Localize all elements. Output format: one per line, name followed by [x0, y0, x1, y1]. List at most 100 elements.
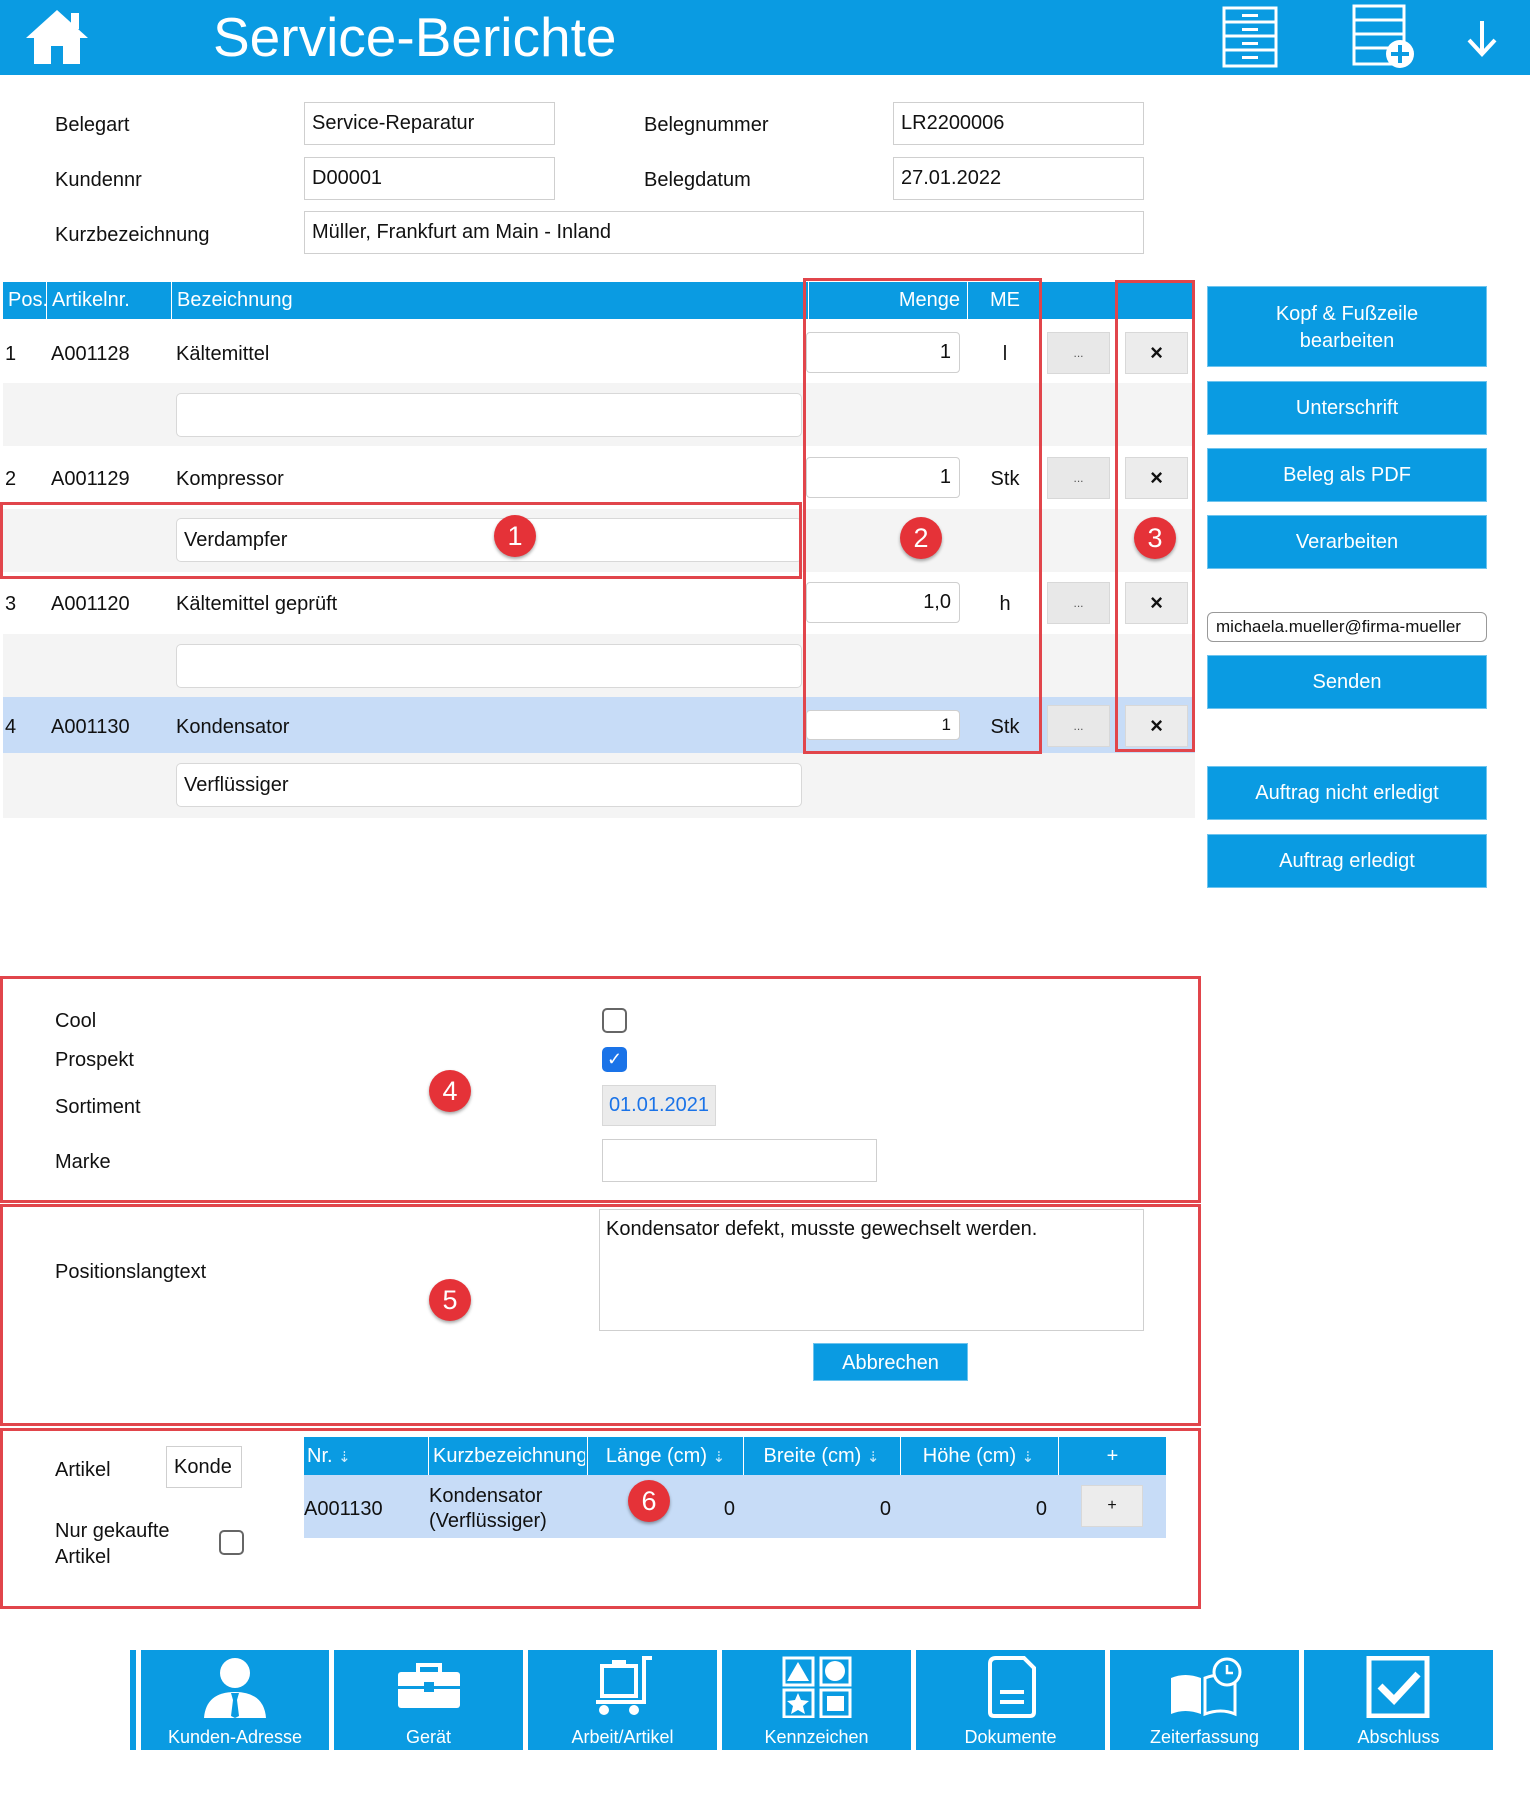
annotation-box: [803, 278, 1042, 754]
row-artikelnr: A001128: [51, 343, 130, 365]
col-hoehe[interactable]: Höhe (cm) ⇣: [901, 1437, 1056, 1475]
cart-icon: [528, 1656, 717, 1723]
nav-abschluss[interactable]: Abschluss: [1304, 1650, 1493, 1750]
nav-zeiterfassung[interactable]: Zeiterfassung: [1110, 1650, 1299, 1750]
belegart-field[interactable]: Service-Reparatur: [304, 102, 555, 145]
col-add[interactable]: +: [1059, 1437, 1166, 1475]
more-button[interactable]: ...: [1047, 582, 1110, 624]
nav-geraet[interactable]: Gerät: [334, 1650, 523, 1750]
auftrag-erledigt-button[interactable]: Auftrag erledigt: [1207, 834, 1487, 888]
positionslangtext-textarea[interactable]: Kondensator defekt, musste gewechselt we…: [599, 1209, 1144, 1331]
annotation-badge: 1: [494, 515, 536, 557]
add-artikel-button[interactable]: +: [1081, 1485, 1143, 1527]
prospekt-checkbox[interactable]: ✓: [602, 1047, 627, 1072]
col-bezeichnung: Bezeichnung: [177, 289, 293, 311]
annotation-badge: 6: [628, 1480, 670, 1522]
nur-gekauft-checkbox[interactable]: [219, 1530, 244, 1555]
nav-label: Zeiterfassung: [1149, 1727, 1260, 1747]
email-input[interactable]: michaela.mueller@firma-mueller: [1207, 612, 1487, 642]
col-divider: [428, 1437, 429, 1475]
col-nr[interactable]: Nr. ⇣: [307, 1437, 351, 1475]
verarbeiten-button[interactable]: Verarbeiten: [1207, 515, 1487, 569]
arrow-down-icon[interactable]: [1462, 18, 1502, 58]
nav-label: Gerät: [405, 1727, 452, 1747]
row-subtext-input[interactable]: [176, 644, 802, 688]
artikel-row-nr: A001130: [304, 1498, 383, 1520]
nav-label: Dokumente: [964, 1727, 1057, 1747]
auftrag-nicht-erledigt-button[interactable]: Auftrag nicht erledigt: [1207, 766, 1487, 820]
belegdatum-field[interactable]: 27.01.2022: [893, 157, 1144, 200]
annotation-box: [0, 976, 1201, 1203]
belegnummer-label: Belegnummer: [644, 114, 769, 136]
list-icon[interactable]: [1222, 6, 1278, 68]
row-artikelnr: A001130: [51, 716, 130, 738]
row-subtext-input[interactable]: Verflüssiger: [176, 763, 802, 807]
artikel-row-hoehe: 0: [1035, 1498, 1047, 1520]
artikel-row-breite: 0: [879, 1498, 891, 1520]
row-bezeichnung[interactable]: Kältemittel geprüft: [176, 592, 337, 616]
row-subtext-input[interactable]: [176, 393, 802, 437]
sort-icon: ⇣: [712, 1449, 726, 1466]
col-divider: [46, 282, 47, 319]
kopf-fusszeile-label: bearbeiten: [1299, 330, 1395, 352]
home-icon[interactable]: [22, 6, 92, 66]
more-button[interactable]: ...: [1047, 705, 1110, 747]
kundennr-field[interactable]: D00001: [304, 157, 555, 200]
toolbox-icon: [334, 1656, 523, 1723]
belegdatum-label: Belegdatum: [644, 169, 751, 191]
nav-label: Kunden-Adresse: [167, 1727, 303, 1747]
col-kurzbezeichnung[interactable]: Kurzbezeichnung: [433, 1437, 585, 1475]
document-icon: [916, 1656, 1105, 1723]
nav-label: Kennzeichen: [764, 1727, 869, 1747]
shapes-icon: [722, 1656, 911, 1723]
artikel-search-input[interactable]: Konde: [166, 1446, 242, 1488]
annotation-badge: 4: [429, 1070, 471, 1112]
unterschrift-button[interactable]: Unterschrift: [1207, 381, 1487, 435]
row-bezeichnung[interactable]: Kompressor: [176, 467, 284, 491]
senden-button[interactable]: Senden: [1207, 655, 1487, 709]
nur-gekauft-label: Artikel: [55, 1546, 111, 1568]
nav-arbeit-artikel[interactable]: Arbeit/Artikel: [528, 1650, 717, 1750]
row-artikelnr: A001129: [51, 468, 130, 490]
book-clock-icon: [1110, 1656, 1299, 1723]
row-pos: 1: [5, 343, 17, 365]
col-pos: Pos.: [8, 289, 49, 311]
nav-dokumente[interactable]: Dokumente: [916, 1650, 1105, 1750]
page-title: Service-Berichte: [213, 6, 617, 68]
person-icon: [141, 1656, 329, 1723]
row-pos: 3: [5, 593, 17, 615]
beleg-pdf-button[interactable]: Beleg als PDF: [1207, 448, 1487, 502]
sort-icon: ⇣: [866, 1449, 880, 1466]
list-add-icon[interactable]: [1352, 4, 1418, 70]
row-bezeichnung[interactable]: Kondensator: [176, 715, 289, 739]
kundennr-label: Kundennr: [55, 169, 142, 191]
nav-kunden-adresse[interactable]: Kunden-Adresse: [141, 1650, 329, 1750]
nav-label: Abschluss: [1357, 1727, 1440, 1747]
row-pos: 2: [5, 468, 17, 490]
col-breite[interactable]: Breite (cm) ⇣: [744, 1437, 899, 1475]
positionslangtext-label: Positionslangtext: [55, 1261, 207, 1283]
col-laenge[interactable]: Länge (cm) ⇣: [588, 1437, 743, 1475]
belegart-label: Belegart: [55, 114, 130, 136]
kurzbezeichnung-field[interactable]: Müller, Frankfurt am Main - Inland: [304, 211, 1144, 254]
row-bezeichnung[interactable]: Kältemittel: [176, 342, 269, 366]
kurzbezeichnung-label: Kurzbezeichnung: [55, 224, 210, 246]
belegnummer-field[interactable]: LR2200006: [893, 102, 1144, 145]
prospekt-label: Prospekt: [55, 1049, 134, 1071]
marke-input[interactable]: [602, 1139, 877, 1182]
annotation-badge: 3: [1134, 517, 1176, 559]
sort-icon: ⇣: [338, 1449, 351, 1466]
nav-edge: [130, 1650, 136, 1750]
more-button[interactable]: ...: [1047, 332, 1110, 374]
artikel-row-kurz: Kondensator: [429, 1485, 543, 1507]
nav-kennzeichen[interactable]: Kennzeichen: [722, 1650, 911, 1750]
annotation-badge: 5: [429, 1279, 471, 1321]
cool-checkbox[interactable]: [602, 1008, 627, 1033]
sort-icon: ⇣: [1021, 1449, 1035, 1466]
more-button[interactable]: ...: [1047, 457, 1110, 499]
kopf-fusszeile-label: Kopf & Fußzeile: [1275, 303, 1419, 325]
nur-gekauft-label: Nur gekaufte: [55, 1520, 170, 1542]
kopf-fusszeile-button[interactable]: Kopf & Fußzeile bearbeiten: [1207, 286, 1487, 367]
sortiment-date-field[interactable]: 01.01.2021: [602, 1085, 716, 1126]
abbrechen-button[interactable]: Abbrechen: [813, 1343, 968, 1381]
